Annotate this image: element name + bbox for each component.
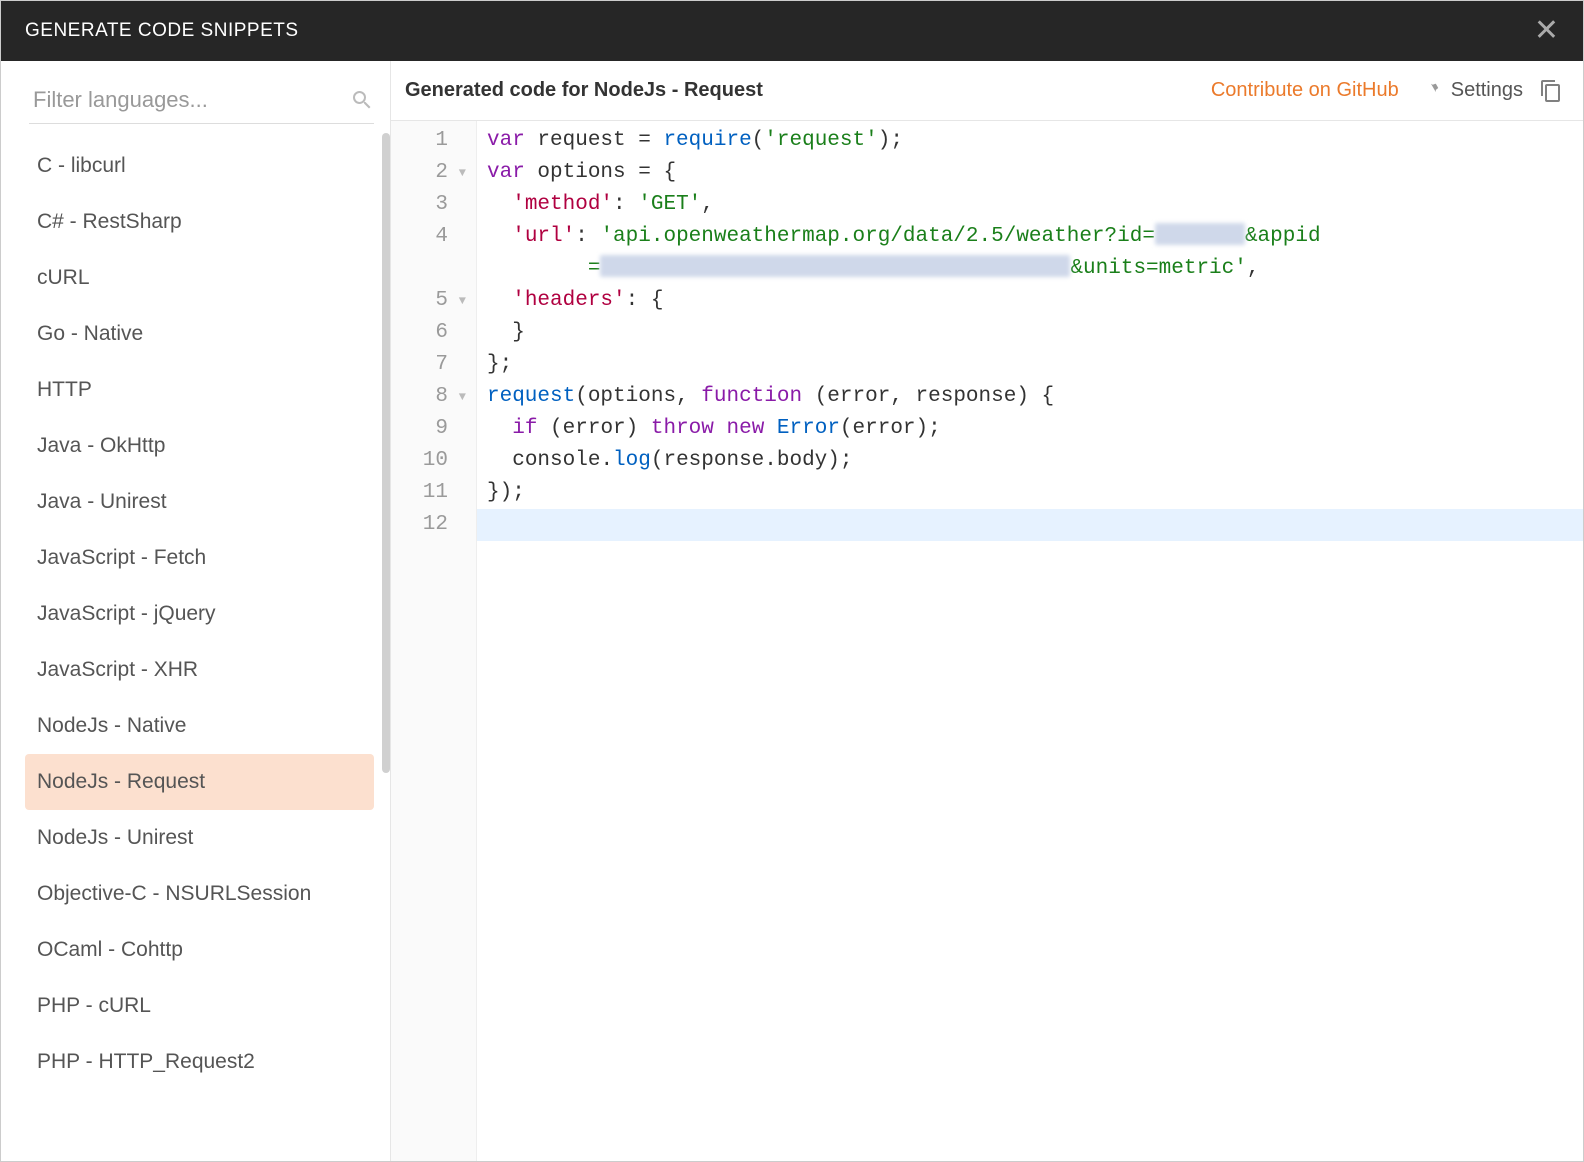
code-line: };	[487, 349, 1583, 381]
code-line: request(options, function (error, respon…	[487, 381, 1583, 413]
language-item[interactable]: C# - RestSharp	[25, 194, 374, 250]
code-line: if (error) throw new Error(error);	[487, 413, 1583, 445]
language-item[interactable]: NodeJs - Native	[25, 698, 374, 754]
line-number-gutter: 1 2▼3 4 5▼6 7 8▼9 10 11 12	[391, 121, 477, 1161]
language-item[interactable]: NodeJs - Request	[25, 754, 374, 810]
dialog-title: GENERATE CODE SNIPPETS	[25, 20, 299, 42]
titlebar: GENERATE CODE SNIPPETS ✕	[1, 1, 1583, 61]
main-panel: Generated code for NodeJs - Request Cont…	[391, 61, 1583, 1161]
code-line: 'url': 'api.openweathermap.org/data/2.5/…	[487, 221, 1583, 285]
language-filter	[29, 81, 374, 124]
language-item[interactable]: Go - Native	[25, 306, 374, 362]
line-number: 10	[391, 445, 466, 477]
line-number: 3	[391, 189, 466, 221]
code-line: 'headers': {	[487, 285, 1583, 317]
language-list[interactable]: C - libcurlC# - RestSharpcURLGo - Native…	[25, 138, 378, 1161]
close-icon[interactable]: ✕	[1534, 16, 1559, 46]
code-snippet-dialog: GENERATE CODE SNIPPETS ✕ C - libcurlC# -…	[1, 1, 1583, 1161]
language-item[interactable]: OCaml - Cohttp	[25, 922, 374, 978]
fold-icon[interactable]: ▼	[452, 157, 466, 189]
language-item[interactable]: Java - Unirest	[25, 474, 374, 530]
line-number: 9	[391, 413, 466, 445]
language-item[interactable]: JavaScript - XHR	[25, 642, 374, 698]
language-item[interactable]: PHP - cURL	[25, 978, 374, 1034]
sidebar: C - libcurlC# - RestSharpcURLGo - Native…	[1, 61, 391, 1161]
language-item[interactable]: C - libcurl	[25, 138, 374, 194]
code-line: 'method': 'GET',	[487, 189, 1583, 221]
language-item[interactable]: Objective-C - NSURLSession	[25, 866, 374, 922]
line-number: 4	[391, 221, 466, 285]
settings-button[interactable]: Settings	[1415, 78, 1523, 104]
line-number: 5▼	[391, 285, 466, 317]
code-line: console.log(response.body);	[487, 445, 1583, 477]
language-item[interactable]: Java - OkHttp	[25, 418, 374, 474]
language-item[interactable]: JavaScript - Fetch	[25, 530, 374, 586]
line-number: 1	[391, 125, 466, 157]
settings-label: Settings	[1451, 79, 1523, 102]
language-item[interactable]: NodeJs - Unirest	[25, 810, 374, 866]
code-line: var request = require('request');	[487, 125, 1583, 157]
code-line: });	[487, 477, 1583, 509]
code-line: }	[487, 317, 1583, 349]
line-number: 11	[391, 477, 466, 509]
redacted-text	[1155, 223, 1245, 245]
line-number: 7	[391, 349, 466, 381]
filter-input[interactable]	[29, 81, 350, 119]
redacted-text	[600, 255, 1070, 277]
line-number: 2▼	[391, 157, 466, 189]
fold-icon[interactable]: ▼	[452, 285, 466, 317]
copy-icon[interactable]	[1539, 79, 1563, 103]
main-header: Generated code for NodeJs - Request Cont…	[391, 61, 1583, 121]
fold-icon[interactable]: ▼	[452, 381, 466, 413]
language-item[interactable]: HTTP	[25, 362, 374, 418]
generated-code-title: Generated code for NodeJs - Request	[405, 79, 763, 102]
search-icon	[350, 88, 374, 112]
language-item[interactable]: cURL	[25, 250, 374, 306]
line-number: 6	[391, 317, 466, 349]
code-editor[interactable]: 1 2▼3 4 5▼6 7 8▼9 10 11 12 var request =…	[391, 121, 1583, 1161]
line-number: 12	[391, 509, 466, 541]
scrollbar-thumb[interactable]	[382, 133, 390, 773]
code-content[interactable]: var request = require('request');var opt…	[477, 121, 1583, 1161]
language-item[interactable]: JavaScript - jQuery	[25, 586, 374, 642]
line-number: 8▼	[391, 381, 466, 413]
contribute-link[interactable]: Contribute on GitHub	[1211, 79, 1399, 102]
code-line: var options = {	[487, 157, 1583, 189]
gear-icon	[1415, 78, 1441, 104]
language-item[interactable]: PHP - HTTP_Request2	[25, 1034, 374, 1090]
